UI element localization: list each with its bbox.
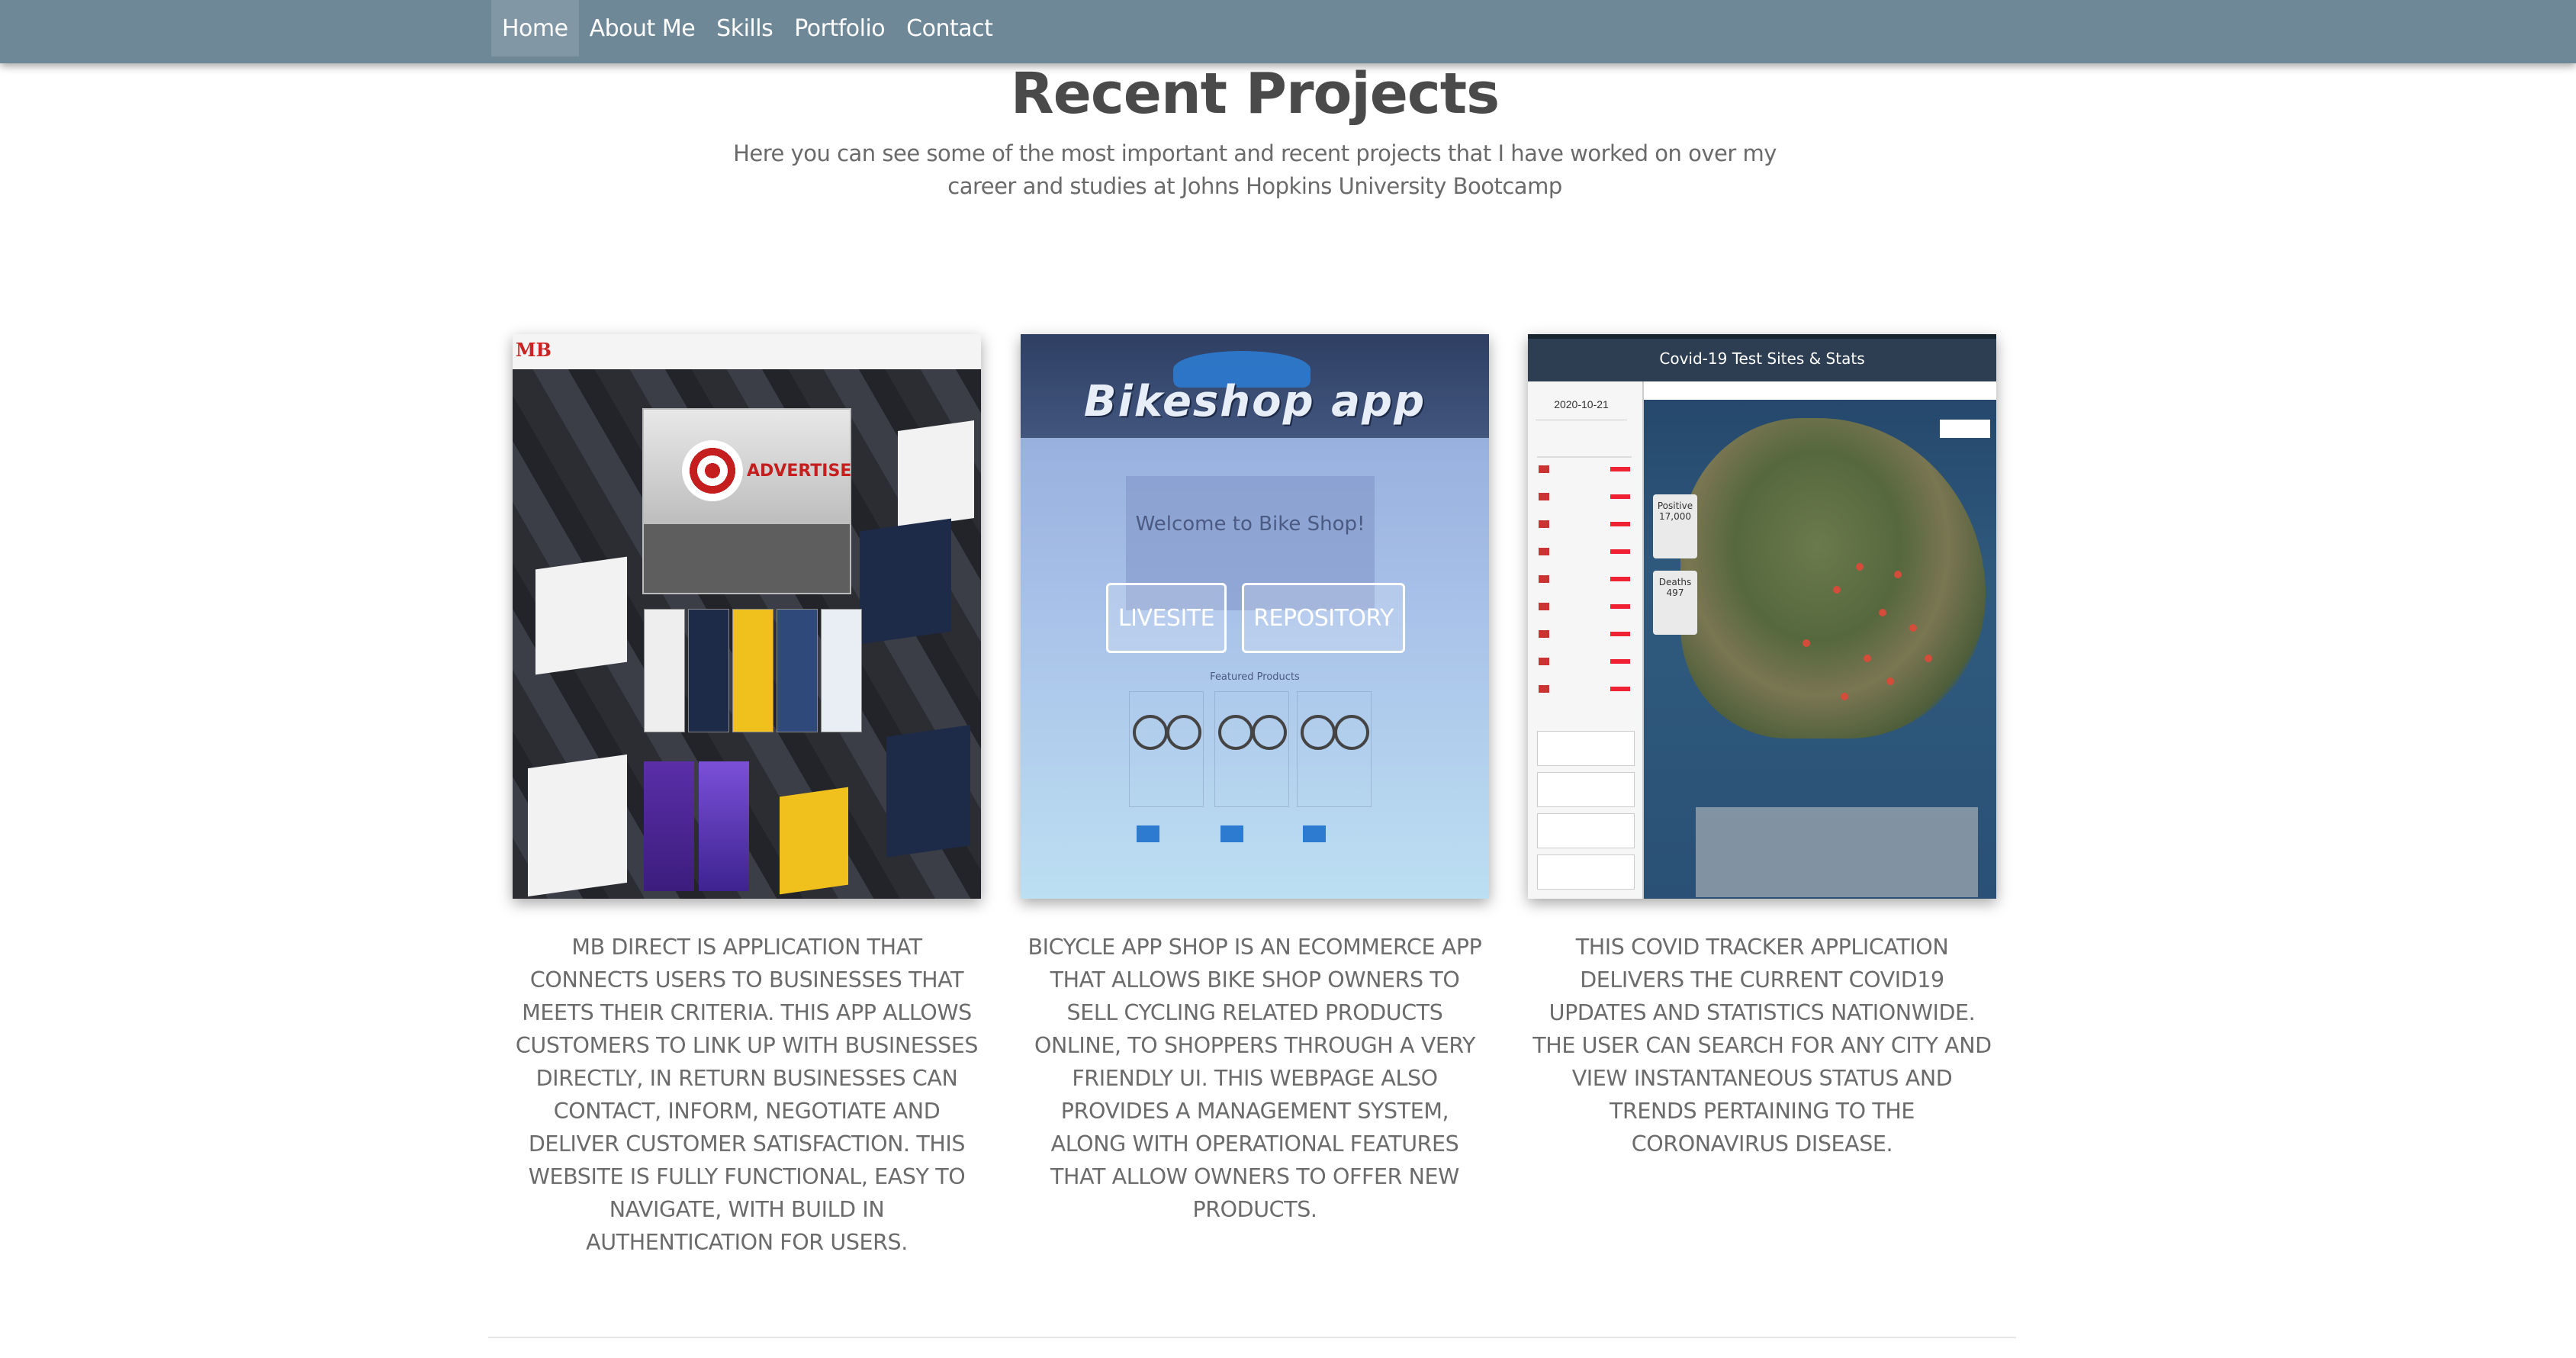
top-navbar: Home About Me Skills Portfolio Contact <box>0 0 2576 63</box>
app-tile <box>699 761 749 891</box>
flag-icon <box>1539 465 1549 473</box>
test-location-item <box>1537 813 1635 848</box>
country-count <box>1610 494 1630 499</box>
deaths-label: Deaths <box>1658 577 1692 587</box>
repository-button[interactable]: REPOSITORY <box>1242 583 1405 653</box>
app-tile <box>777 609 818 732</box>
mb-logo: MB <box>516 339 552 361</box>
welcome-text: Welcome to Bike Shop! <box>1135 513 1365 536</box>
page-title: Recent Projects <box>1010 61 1500 127</box>
wheel-icon <box>1334 715 1369 750</box>
flag-icon <box>1539 575 1549 583</box>
project-card-mb-direct: MB ADVERTISE MB DIRECT IS APPLICATION TH… <box>513 334 981 1259</box>
deaths-value: 497 <box>1666 587 1684 598</box>
product-details-button <box>1303 825 1326 842</box>
product-details-button <box>1137 825 1159 842</box>
country-count <box>1610 632 1630 636</box>
featured-products-label: Featured Products <box>1210 671 1300 683</box>
wheel-icon <box>1252 715 1287 750</box>
project-card-bikeshop: Bikeshop app Welcome to Bike Shop! Featu… <box>1021 334 1489 1226</box>
country-count <box>1610 577 1630 581</box>
nav-item-home[interactable]: Home <box>491 0 579 56</box>
map-search-panel <box>1696 807 1978 897</box>
project-card-covid-tracker: 2020-10-21 Positive 17,000 Deaths 497 Co… <box>1528 334 1996 1160</box>
flag-icon <box>1539 548 1549 555</box>
case-marker-icon <box>1909 624 1917 632</box>
nav-item-about-me[interactable]: About Me <box>579 0 706 56</box>
country-count <box>1610 549 1630 554</box>
test-location-item <box>1537 731 1635 766</box>
country-count <box>1610 522 1630 526</box>
country-count <box>1610 659 1630 664</box>
nav-item-portfolio[interactable]: Portfolio <box>783 0 896 56</box>
case-marker-icon <box>1841 693 1848 700</box>
advertise-panel-bottom <box>644 524 850 593</box>
case-marker-icon <box>1856 563 1864 571</box>
project-thumbnail-bikeshop[interactable]: Bikeshop app Welcome to Bike Shop! Featu… <box>1021 334 1489 899</box>
thumb-tile <box>535 556 627 675</box>
livesite-button[interactable]: LIVESITE <box>1106 583 1227 653</box>
deaths-stat-box: Deaths 497 <box>1653 571 1697 635</box>
app-tile <box>644 761 694 891</box>
app-tile <box>821 609 862 732</box>
country-row <box>1537 456 1632 458</box>
country-count <box>1610 467 1630 471</box>
flag-icon <box>1539 520 1549 528</box>
thumb-tile <box>780 787 848 895</box>
map-satellite-toggle <box>1940 420 1990 438</box>
case-marker-icon <box>1879 609 1886 616</box>
bicycle-product <box>1297 691 1372 807</box>
wheel-icon <box>1301 715 1336 750</box>
thumb-topbar <box>513 334 981 369</box>
app-tile <box>732 609 773 732</box>
bicycle-product <box>1129 691 1204 807</box>
country-count <box>1610 687 1630 691</box>
wheel-icon <box>1133 715 1168 750</box>
bicycle-product <box>1214 691 1289 807</box>
stats-date: 2020-10-21 <box>1536 389 1627 420</box>
positive-label: Positive <box>1657 500 1693 511</box>
flag-icon <box>1539 493 1549 500</box>
thumb-tile <box>528 754 627 897</box>
covid-app-title: Covid-19 Test Sites & Stats <box>1659 349 1865 368</box>
flag-icon <box>1539 658 1549 665</box>
page-subtitle: Here you can see some of the most import… <box>733 140 1777 199</box>
nav-item-skills[interactable]: Skills <box>706 0 783 56</box>
case-marker-icon <box>1833 586 1841 594</box>
project-description: MB DIRECT IS APPLICATION THAT CONNECTS U… <box>515 935 979 1255</box>
case-marker-icon <box>1925 655 1932 662</box>
case-marker-icon <box>1886 677 1894 685</box>
wheel-icon <box>1166 715 1201 750</box>
country-count <box>1610 604 1630 609</box>
app-tile <box>644 609 685 732</box>
app-tile <box>688 609 729 732</box>
wheel-icon <box>1218 715 1253 750</box>
product-details-button <box>1220 825 1243 842</box>
advertise-panel: ADVERTISE <box>642 408 851 594</box>
project-description: BICYCLE APP SHOP IS AN ECOMMERCE APP THA… <box>1028 935 1482 1222</box>
flag-icon <box>1539 630 1549 638</box>
nav-menu: Home About Me Skills Portfolio Contact <box>491 0 1003 56</box>
case-marker-icon <box>1894 571 1902 578</box>
case-marker-icon <box>1864 655 1871 662</box>
case-marker-icon <box>1803 639 1810 647</box>
project-thumbnail-mb-direct[interactable]: MB ADVERTISE <box>513 334 981 899</box>
section-divider <box>488 1337 2016 1338</box>
thumb-tile <box>886 725 970 858</box>
thumb-tile <box>860 518 951 645</box>
test-location-item <box>1537 772 1635 807</box>
project-description: THIS COVID TRACKER APPLICATION DELIVERS … <box>1532 935 1992 1157</box>
flag-icon <box>1539 685 1549 693</box>
project-thumbnail-covid-tracker[interactable]: 2020-10-21 Positive 17,000 Deaths 497 Co… <box>1528 334 1996 899</box>
flag-icon <box>1539 603 1549 610</box>
advertise-label: ADVERTISE <box>747 462 852 481</box>
test-location-item <box>1537 854 1635 890</box>
positive-value: 17,000 <box>1659 511 1691 522</box>
positive-stat-box: Positive 17,000 <box>1653 494 1697 558</box>
nav-item-contact[interactable]: Contact <box>896 0 1003 56</box>
thumb-tile <box>898 420 974 529</box>
target-icon <box>682 440 743 501</box>
bikeshop-banner-title: Bikeshop app <box>1083 377 1426 426</box>
